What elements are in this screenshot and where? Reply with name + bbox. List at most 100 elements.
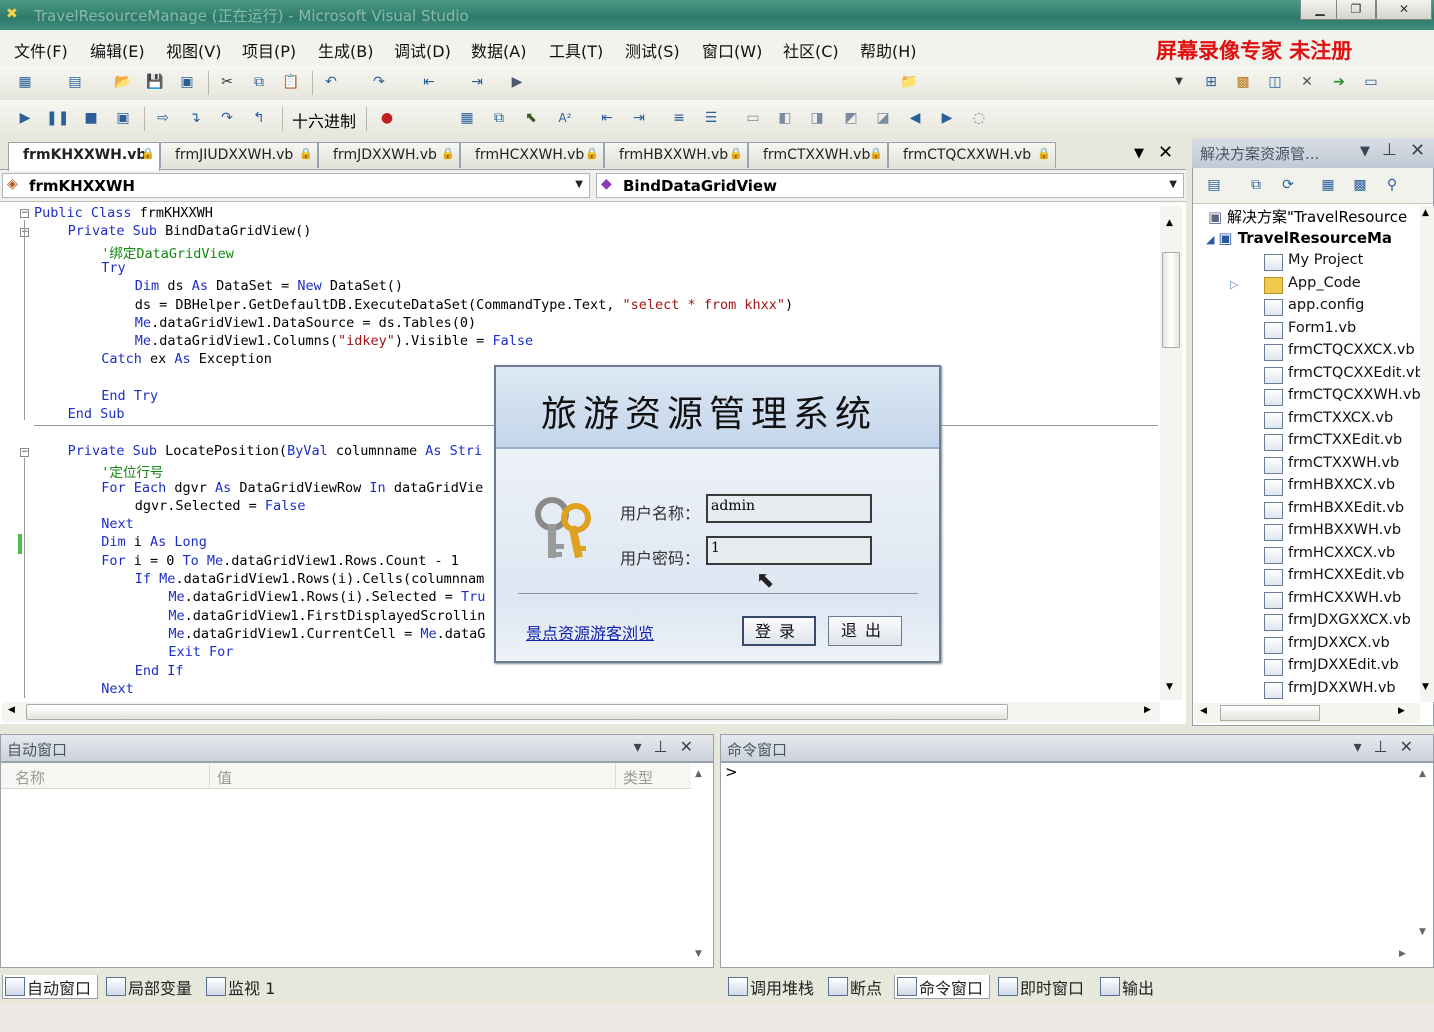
scroll-right-icon[interactable]: ▶ <box>1399 949 1406 959</box>
uncomment-lines-icon[interactable]: ☰ <box>700 108 722 128</box>
solution-item[interactable]: frmJDXXWH.vb <box>1264 680 1396 699</box>
text-format-icon[interactable]: A² <box>554 108 576 128</box>
tab-frmctxxwh[interactable]: frmCTXXWH.vb 🔒 <box>748 142 888 168</box>
menu-view[interactable]: 视图(V) <box>166 38 221 62</box>
menu-data[interactable]: 数据(A) <box>471 38 526 62</box>
start-page-icon[interactable]: ➔ <box>1328 72 1350 92</box>
prev-bookmark-icon[interactable]: ◧ <box>774 108 796 128</box>
solution-item[interactable]: frmCTXXEdit.vb <box>1264 432 1402 451</box>
refresh-icon[interactable]: ⟳ <box>1277 175 1299 195</box>
command-window-icon[interactable]: ▭ <box>1360 72 1382 92</box>
pane-buttons[interactable]: ▾⊥✕ <box>1354 737 1425 756</box>
auto-hide-pin-icon[interactable]: ⊥ <box>1382 140 1397 160</box>
editor-vertical-scrollbar[interactable]: ▲ ▼ <box>1160 206 1182 700</box>
menu-edit[interactable]: 编辑(E) <box>90 38 145 62</box>
close-tab-icon[interactable]: ✕ <box>1158 142 1173 163</box>
clear-bookmarks-icon[interactable]: ◌ <box>968 108 990 128</box>
solution-root-node[interactable]: ▣ 解决方案"TravelResource <box>1208 206 1407 227</box>
toolbar-dropdown-icon[interactable]: ▼ <box>1168 72 1190 92</box>
find-in-files-icon[interactable]: 📁 <box>898 72 920 92</box>
scroll-thumb[interactable] <box>1220 705 1320 721</box>
tab-command-window[interactable]: 命令窗口 <box>894 975 990 999</box>
paste-icon[interactable]: 📋 <box>280 72 302 92</box>
command-window-pane[interactable]: > ▲ ▼ ▶ <box>720 762 1434 968</box>
bookmark-icon[interactable]: ▭ <box>742 108 764 128</box>
tab-watch-1[interactable]: 监视 1 <box>204 975 275 999</box>
next-bookmark-icon[interactable]: ◨ <box>806 108 828 128</box>
breakpoints-icon[interactable]: ● <box>376 108 398 128</box>
pane-buttons[interactable]: ▾⊥✕ <box>634 737 705 756</box>
solution-item[interactable]: frmCTXXWH.vb <box>1264 455 1399 474</box>
column-header-value[interactable]: 值 <box>217 767 232 788</box>
navigate-backward-icon[interactable]: ⇤ <box>418 72 440 92</box>
solution-item[interactable]: frmHCXXCX.vb <box>1264 545 1395 564</box>
minimize-button[interactable]: ▁ <box>1300 0 1340 20</box>
class-name-combo[interactable]: ◈ frmKHXXWH <box>2 173 590 198</box>
guest-browse-link[interactable]: 景点资源游客浏览 <box>526 620 654 644</box>
collapse-sub-icon[interactable]: − <box>20 448 29 457</box>
add-new-icon[interactable]: ▤ <box>64 72 86 92</box>
menu-help[interactable]: 帮助(H) <box>860 38 917 62</box>
save-icon[interactable]: 💾 <box>144 72 166 92</box>
show-next-statement-icon[interactable]: ⇨ <box>152 108 174 128</box>
scroll-thumb[interactable] <box>1162 252 1180 348</box>
tab-call-stack[interactable]: 调用堆栈 <box>726 975 814 999</box>
tab-frmkhxxwh[interactable]: frmKHXXWH.vb 🔒 <box>8 142 160 171</box>
project-node[interactable]: ◢ ▣ TravelResourceMa <box>1206 229 1392 247</box>
start-debugging-icon[interactable]: ▶ <box>506 72 528 92</box>
properties-icon[interactable]: ▩ <box>1232 72 1254 92</box>
tab-immediate-window[interactable]: 即时窗口 <box>996 975 1084 999</box>
relationships-icon[interactable]: ⧉ <box>488 108 510 128</box>
table-icon[interactable]: ▦ <box>456 108 478 128</box>
stop-debugging-icon[interactable]: ■ <box>80 108 102 128</box>
undo-icon[interactable]: ↶ <box>320 72 342 92</box>
column-header-type[interactable]: 类型 <box>623 767 653 788</box>
menu-build[interactable]: 生成(B) <box>318 38 373 62</box>
solution-item[interactable]: frmCTQCXXCX.vb <box>1264 342 1415 361</box>
show-all-files-icon[interactable]: ⧉ <box>1245 175 1267 195</box>
exit-button[interactable]: 退出 <box>828 616 902 646</box>
cut-icon[interactable]: ✂ <box>216 72 238 92</box>
properties-icon[interactable]: ▤ <box>1203 175 1225 195</box>
tab-frmhbxxwh[interactable]: frmHBXXWH.vb 🔒 <box>604 142 748 168</box>
step-out-icon[interactable]: ↰ <box>248 108 270 128</box>
toolbox-icon[interactable]: ✕ <box>1296 72 1318 92</box>
login-button[interactable]: 登录 <box>742 616 816 646</box>
redo-icon[interactable]: ↷ <box>368 72 390 92</box>
comment-lines-icon[interactable]: ≡ <box>668 108 690 128</box>
next-doc-bookmark-icon[interactable]: ▶ <box>936 108 958 128</box>
save-all-icon[interactable]: ▣ <box>176 72 198 92</box>
scroll-up-icon[interactable]: ▲ <box>1166 218 1173 228</box>
solution-item[interactable]: frmCTXXCX.vb <box>1264 410 1393 429</box>
scroll-down-icon[interactable]: ▼ <box>695 949 702 959</box>
tab-frmhcxxwh[interactable]: frmHCXXWH.vb 🔒 <box>460 142 604 168</box>
tab-locals[interactable]: 局部变量 <box>104 975 192 999</box>
expand-arrow-icon[interactable]: ▷ <box>1230 278 1238 291</box>
close-button[interactable]: ✕ <box>1376 0 1432 20</box>
tab-output[interactable]: 输出 <box>1098 975 1154 999</box>
expand-arrow-icon[interactable]: ◢ <box>1206 233 1218 246</box>
solution-item[interactable]: frmJDXXCX.vb <box>1264 635 1390 654</box>
restart-icon[interactable]: ▣ <box>112 108 134 128</box>
solution-item[interactable]: frmHCXXWH.vb <box>1264 590 1401 609</box>
method-name-combo[interactable]: ◆ BindDataGridView <box>596 173 1184 198</box>
object-browser-icon[interactable]: ◫ <box>1264 72 1286 92</box>
scroll-left-icon[interactable]: ◀ <box>1200 706 1207 716</box>
tab-frmctqcxxwh[interactable]: frmCTQCXXWH.vb 🔒 <box>888 142 1056 168</box>
solution-item[interactable]: frmCTQCXXEdit.vb <box>1264 365 1424 384</box>
password-input[interactable]: 1 <box>706 536 872 565</box>
step-over-icon[interactable]: ↷ <box>216 108 238 128</box>
scroll-thumb[interactable] <box>26 704 1008 720</box>
continue-icon[interactable]: ▶ <box>14 108 36 128</box>
prev-doc-bookmark-icon[interactable]: ◀ <box>904 108 926 128</box>
tab-list-icon[interactable]: ▼ <box>1134 146 1144 161</box>
scroll-down-icon[interactable]: ▼ <box>1419 927 1426 937</box>
maximize-button[interactable]: ❐ <box>1336 0 1376 20</box>
solution-item[interactable]: frmJDXGXXCX.vb <box>1264 612 1411 631</box>
scroll-left-icon[interactable]: ◀ <box>8 705 15 715</box>
scroll-down-icon[interactable]: ▼ <box>1166 682 1173 692</box>
tab-frmjdxxwh[interactable]: frmJDXXWH.vb 🔒 <box>318 142 460 168</box>
solution-item[interactable]: Form1.vb <box>1264 320 1356 339</box>
scroll-down-icon[interactable]: ▼ <box>1422 682 1429 692</box>
solution-item[interactable]: app.config <box>1264 297 1364 316</box>
